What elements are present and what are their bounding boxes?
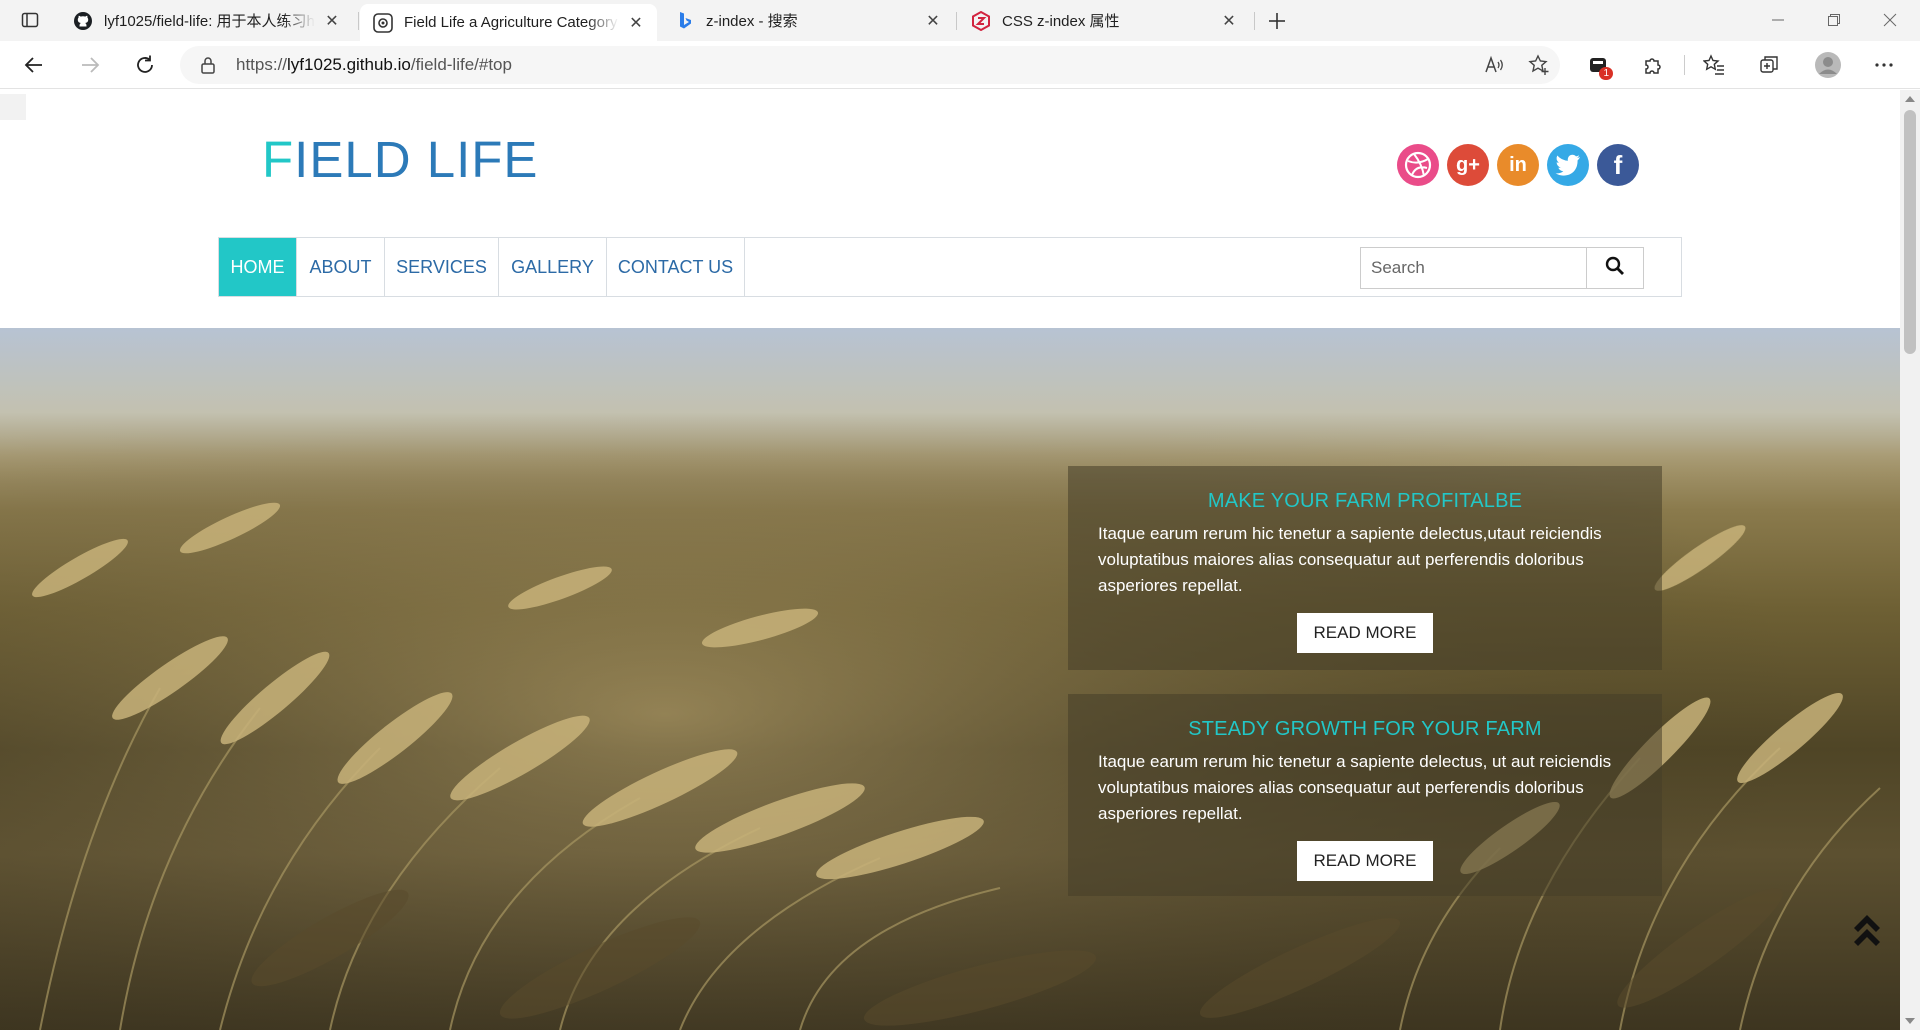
search-button[interactable] [1587,248,1643,288]
caption-title: MAKE YOUR FARM PROFITALBE [1207,490,1523,512]
linkedin-icon[interactable]: in [1497,144,1539,186]
hero-caption-1: MAKE YOUR FARM PROFITALBE Itaque earum r… [1068,466,1662,670]
google-plus-glyph: g+ [1456,153,1480,176]
lock-icon[interactable] [198,55,218,75]
forward-button[interactable] [72,47,108,83]
caption-title: STEADY GROWTH FOR YOUR FARM [1188,718,1542,740]
scroll-down-icon[interactable] [1905,1018,1915,1024]
facebook-icon[interactable]: f [1597,144,1639,186]
search-icon [1605,256,1625,281]
twitter-icon[interactable] [1547,144,1589,186]
url-host: lyf1025.github.io [287,55,411,74]
tab-separator [1254,12,1255,30]
facebook-glyph: f [1613,149,1623,180]
close-icon[interactable]: ✕ [321,10,343,32]
browser-toolbar: https://lyf1025.github.io/field-life/#to… [0,41,1920,89]
site-logo[interactable]: FIELD LIFE [262,130,538,189]
read-aloud-icon[interactable] [1476,47,1512,83]
corner-placeholder [0,94,26,120]
tab-title: CSS z-index 属性 [1002,13,1120,30]
tab-github[interactable]: lyf1025/field-life: 用于本人练习html ✕ [60,4,353,37]
more-menu-icon[interactable] [1866,47,1902,83]
wheat-field-image [0,328,1900,1030]
close-window-button[interactable] [1862,0,1918,40]
bing-icon [674,10,696,32]
github-icon [72,10,94,32]
tab-separator [358,12,359,30]
new-tab-button[interactable] [1262,6,1292,36]
tab-separator [956,12,957,30]
collections-icon[interactable] [1751,47,1787,83]
google-plus-icon[interactable]: g+ [1447,144,1489,186]
back-button[interactable] [16,47,52,83]
profile-avatar-icon[interactable] [1810,47,1846,83]
tab-title: Field Life a Agriculture Category [404,14,618,31]
tab-strip: lyf1025/field-life: 用于本人练习html ✕ Field L… [0,0,1920,41]
nav-home[interactable]: HOME [219,238,297,296]
nav-services[interactable]: SERVICES [385,238,499,296]
reload-button[interactable] [127,47,163,83]
notification-badge: 1 [1599,67,1613,80]
add-favorite-icon[interactable] [1521,47,1557,83]
toolbar-divider [1684,55,1685,75]
linkedin-glyph: in [1509,153,1527,176]
page-scrollbar[interactable] [1900,90,1920,1030]
nav-gallery[interactable]: GALLERY [499,238,607,296]
site-search [1360,247,1644,289]
logo-rest: IELD LIFE [294,131,539,188]
read-more-button[interactable]: READ MORE [1296,841,1434,881]
nav-contact-us[interactable]: CONTACT US [607,238,745,296]
browser-window: lyf1025/field-life: 用于本人练习html ✕ Field L… [0,0,1920,1030]
hero-caption-2: STEADY GROWTH FOR YOUR FARM Itaque earum… [1068,694,1662,896]
scroll-up-icon[interactable] [1905,96,1915,102]
tab-runoob[interactable]: CSS z-index 属性 ✕ [958,4,1250,37]
scroll-thumb[interactable] [1904,110,1916,354]
url-text[interactable]: https://lyf1025.github.io/field-life/#to… [236,55,512,75]
minimize-button[interactable] [1750,0,1806,40]
tab-bing[interactable]: z-index - 搜索 ✕ [662,4,954,37]
restore-button[interactable] [1806,0,1862,40]
read-more-button[interactable]: READ MORE [1296,613,1434,653]
dribbble-icon[interactable] [1397,144,1439,186]
nav-about[interactable]: ABOUT [297,238,385,296]
hero-banner: MAKE YOUR FARM PROFITALBE Itaque earum r… [0,328,1900,1030]
tab-field-life[interactable]: Field Life a Agriculture Category ✕ [360,4,657,41]
close-icon[interactable]: ✕ [625,12,647,34]
favorites-icon[interactable] [1696,47,1732,83]
main-navbar: HOME ABOUT SERVICES GALLERY CONTACT US [218,237,1682,297]
tab-title: z-index - 搜索 [706,13,798,30]
tab-actions-icon[interactable] [8,5,52,35]
site-icon [372,12,394,34]
back-to-top-icon[interactable] [1850,910,1884,950]
extensions-icon[interactable] [1635,47,1671,83]
url-path: /field-life/#top [410,55,512,74]
url-scheme: https:// [236,55,288,74]
runoob-icon [970,10,992,32]
tab-title: lyf1025/field-life: 用于本人练习html [104,13,315,30]
logo-first-letter: F [262,131,295,188]
close-icon[interactable]: ✕ [922,10,944,32]
caption-text: Itaque earum rerum hic tenetur a sapient… [1098,752,1612,823]
close-icon[interactable]: ✕ [1218,10,1240,32]
page-viewport: FIELD LIFE g+ in f HOME ABOUT SERVICES G… [0,90,1900,1030]
collections-badge-icon[interactable]: 1 [1580,47,1616,83]
caption-text: Itaque earum rerum hic tenetur a sapient… [1098,524,1602,595]
search-input[interactable] [1361,248,1587,288]
address-bar[interactable]: https://lyf1025.github.io/field-life/#to… [180,46,1560,84]
